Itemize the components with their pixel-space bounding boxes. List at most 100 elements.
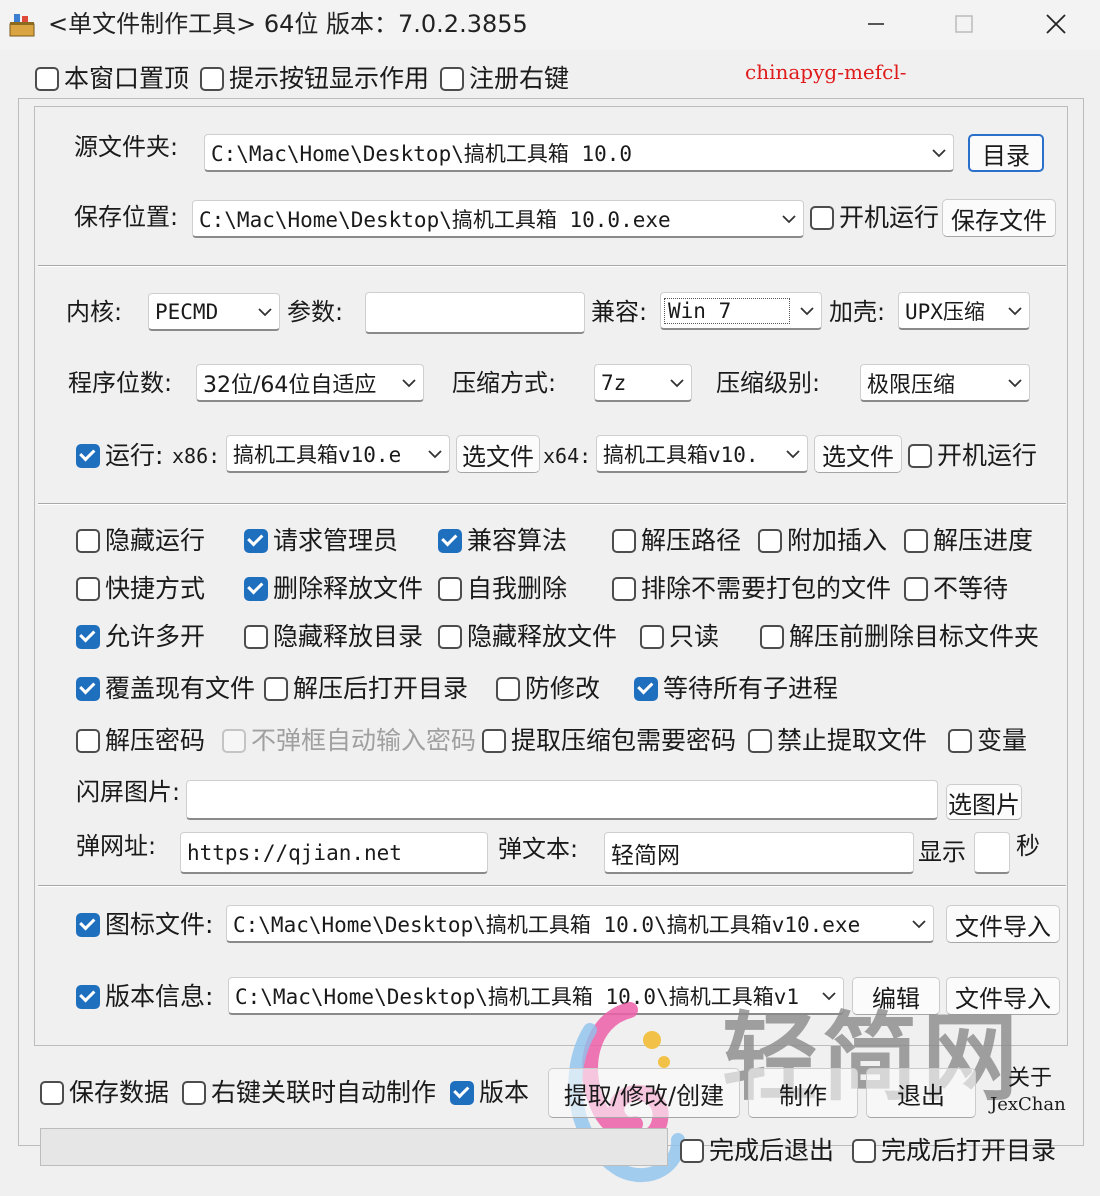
source-folder-combo[interactable]: C:\Mac\Home\Desktop\搞机工具箱 10.0	[204, 134, 954, 172]
popup-url-input[interactable]: https://qjian.net	[180, 832, 488, 874]
popup-text-input[interactable]: 轻简网	[604, 832, 914, 874]
pick-image-button[interactable]: 选图片	[946, 784, 1022, 820]
close-button[interactable]	[1026, 4, 1086, 44]
bits-label: 程序位数:	[68, 369, 173, 397]
append-insert-checkbox[interactable]: 附加插入	[758, 528, 887, 553]
chevron-down-icon[interactable]	[395, 378, 423, 388]
open-dir-after-finish-checkbox[interactable]: 完成后打开目录	[852, 1138, 1056, 1163]
show-tips-checkbox[interactable]: 提示按钮显示作用	[200, 66, 429, 91]
hide-release-file-checkbox[interactable]: 隐藏释放文件	[438, 624, 617, 649]
params-label: 参数:	[287, 298, 344, 326]
divider	[38, 885, 1066, 887]
params-input[interactable]	[365, 292, 585, 334]
shell-combo[interactable]: UPX压缩	[898, 292, 1030, 330]
icon-import-button[interactable]: 文件导入	[946, 905, 1060, 943]
variable-checkbox[interactable]: 变量	[948, 728, 1027, 753]
x86-file-combo[interactable]: 搞机工具箱v10.e	[226, 435, 450, 473]
compat-algo-checkbox[interactable]: 兼容算法	[438, 528, 567, 553]
chevron-down-icon[interactable]	[815, 991, 843, 1001]
register-context-menu-checkbox[interactable]: 注册右键	[440, 66, 569, 91]
exit-button[interactable]: 退出	[866, 1068, 976, 1118]
exit-after-checkbox[interactable]: 完成后退出	[680, 1138, 834, 1163]
bits-combo[interactable]: 32位/64位自适应	[196, 364, 424, 402]
save-autorun-checkbox[interactable]: 开机运行	[810, 205, 939, 230]
self-delete-checkbox[interactable]: 自我删除	[438, 576, 567, 601]
request-admin-checkbox[interactable]: 请求管理员	[244, 528, 398, 553]
chevron-down-icon[interactable]	[905, 919, 933, 929]
save-label: 保存位置:	[74, 203, 179, 231]
make-button[interactable]: 制作	[748, 1068, 858, 1118]
source-label: 源文件夹:	[74, 133, 179, 161]
hidden-run-checkbox[interactable]: 隐藏运行	[76, 528, 205, 553]
hide-release-dir-checkbox[interactable]: 隐藏释放目录	[244, 624, 423, 649]
chevron-down-icon[interactable]	[663, 378, 691, 388]
chevron-down-icon[interactable]	[421, 449, 449, 459]
shortcut-checkbox[interactable]: 快捷方式	[76, 576, 205, 601]
save-file-button[interactable]: 保存文件	[942, 199, 1056, 237]
extract-need-password-checkbox[interactable]: 提取压缩包需要密码	[482, 728, 736, 753]
author-label: JexChan	[990, 1094, 1066, 1115]
context-auto-make-checkbox[interactable]: 右键关联时自动制作	[182, 1080, 436, 1105]
minimize-icon	[868, 23, 884, 25]
chevron-down-icon[interactable]	[1001, 378, 1029, 388]
icon-file-checkbox[interactable]: 图标文件:	[76, 912, 213, 937]
wait-children-checkbox[interactable]: 等待所有子进程	[634, 676, 838, 701]
chevron-down-icon[interactable]	[925, 148, 953, 158]
maximize-button	[934, 4, 994, 44]
extract-path-checkbox[interactable]: 解压路径	[612, 528, 741, 553]
auto-password-checkbox: 不弹框自动输入密码	[222, 728, 476, 753]
version-info-checkbox[interactable]: 版本信息:	[76, 984, 213, 1009]
chevron-down-icon[interactable]	[779, 449, 807, 459]
always-on-top-checkbox[interactable]: 本窗口置顶	[35, 66, 189, 91]
chevron-down-icon[interactable]	[793, 306, 821, 316]
divider	[38, 265, 1066, 267]
window-title: <单文件制作工具> 64位 版本：7.0.2.3855	[48, 10, 528, 38]
extract-password-checkbox[interactable]: 解压密码	[76, 728, 205, 753]
maximize-icon	[955, 15, 973, 33]
pick-x64-file-button[interactable]: 选文件	[814, 435, 902, 473]
compat-combo[interactable]: Win 7	[660, 292, 822, 330]
chevron-down-icon[interactable]	[775, 214, 803, 224]
splash-image-input[interactable]	[186, 780, 938, 820]
delete-target-before-checkbox[interactable]: 解压前删除目标文件夹	[760, 624, 1039, 649]
exclude-files-checkbox[interactable]: 排除不需要打包的文件	[612, 576, 891, 601]
save-location-combo[interactable]: C:\Mac\Home\Desktop\搞机工具箱 10.0.exe	[192, 200, 804, 238]
x86-label: x86:	[172, 444, 221, 468]
open-dir-after-checkbox[interactable]: 解压后打开目录	[264, 676, 468, 701]
forbid-extract-checkbox[interactable]: 禁止提取文件	[748, 728, 927, 753]
kernel-combo[interactable]: PECMD	[148, 293, 280, 331]
chevron-down-icon[interactable]	[1001, 306, 1029, 316]
x64-file-combo[interactable]: 搞机工具箱v10.	[596, 435, 808, 473]
pick-x86-file-button[interactable]: 选文件	[456, 435, 540, 473]
compress-level-combo[interactable]: 极限压缩	[860, 364, 1030, 402]
seconds-unit: 秒	[1016, 832, 1040, 860]
chevron-down-icon[interactable]	[251, 307, 279, 317]
save-data-checkbox[interactable]: 保存数据	[40, 1080, 169, 1105]
readonly-checkbox[interactable]: 只读	[640, 624, 719, 649]
no-wait-checkbox[interactable]: 不等待	[904, 576, 1008, 601]
splash-label: 闪屏图片:	[76, 778, 181, 806]
compress-method-combo[interactable]: 7z	[594, 364, 692, 402]
watermark-text: chinapyg-mefcl-	[745, 60, 907, 84]
anti-modify-checkbox[interactable]: 防修改	[496, 676, 600, 701]
divider	[38, 503, 1066, 505]
browse-dir-button[interactable]: 目录	[968, 134, 1044, 172]
x64-label: x64:	[543, 444, 592, 468]
compress-level-label: 压缩级别:	[716, 369, 821, 397]
app-tool-icon	[8, 10, 36, 38]
allow-multi-checkbox[interactable]: 允许多开	[76, 624, 205, 649]
show-label: 显示	[918, 838, 966, 866]
run-checkbox[interactable]: 运行:	[76, 443, 163, 468]
show-seconds-input[interactable]	[974, 832, 1010, 874]
run-autorun-checkbox[interactable]: 开机运行	[908, 443, 1037, 468]
extract-modify-create-button[interactable]: 提取/修改/创建	[548, 1068, 740, 1118]
minimize-button[interactable]	[846, 4, 906, 44]
overwrite-checkbox[interactable]: 覆盖现有文件	[76, 676, 255, 701]
icon-file-combo[interactable]: C:\Mac\Home\Desktop\搞机工具箱 10.0\搞机工具箱v10.…	[226, 905, 934, 943]
extract-progress-checkbox[interactable]: 解压进度	[904, 528, 1033, 553]
version-checkbox[interactable]: 版本	[450, 1080, 529, 1105]
delete-released-checkbox[interactable]: 删除释放文件	[244, 576, 423, 601]
close-icon	[1046, 14, 1066, 34]
about-button[interactable]: 关于 JexChan	[986, 1066, 1078, 1120]
compress-method-label: 压缩方式:	[452, 369, 557, 397]
